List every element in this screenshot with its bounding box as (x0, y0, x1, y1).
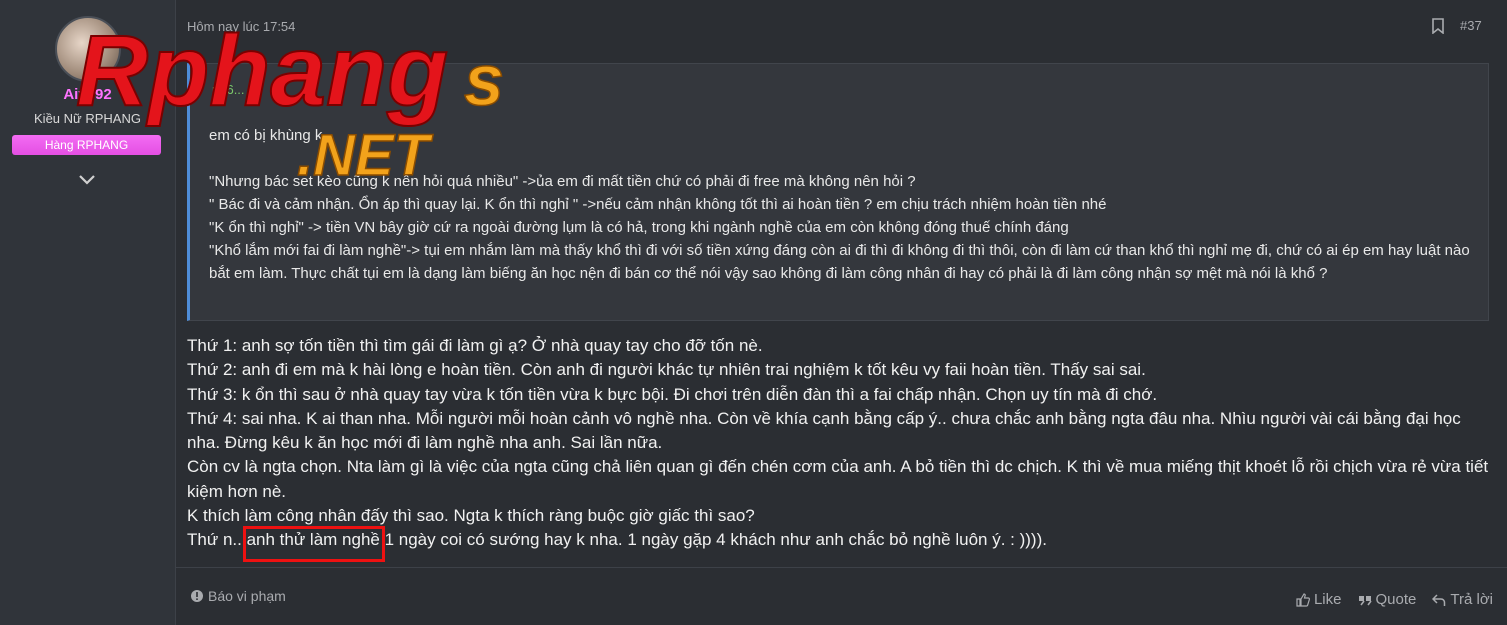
quote-author[interactable]: ng6... (212, 82, 245, 97)
username[interactable]: Aivy92 (0, 86, 175, 103)
post-date[interactable]: Hôm nay lúc 17:54 (187, 19, 295, 34)
user-sidebar: Aivy92 Kiều Nữ RPHANG Hàng RPHANG (0, 0, 176, 625)
reply-button[interactable]: Trả lời (1432, 591, 1493, 608)
like-button[interactable]: Like (1296, 591, 1342, 608)
reply-icon (1432, 593, 1446, 606)
reply-label: Trả lời (1450, 591, 1493, 608)
quote-line: "Nhưng bác set kèo cũng k nên hỏi quá nh… (209, 173, 916, 190)
quote-text: em có bị khùng k... "Nhưng bác set kèo c… (209, 124, 1479, 285)
rank-badge: Hàng RPHANG (12, 135, 161, 155)
post-actions: Like Quote Trả lời (1296, 591, 1493, 608)
quote-line: em có bị khùng k... (209, 127, 335, 144)
quote-line: "Khổ lắm mới fai đi làm nghề"-> tụi em n… (209, 242, 1470, 282)
body-line: K thích làm công nhân đấy thì sao. Ngta … (187, 506, 755, 526)
report-label: Báo vi phạm (208, 588, 286, 604)
user-title: Kiều Nữ RPHANG (34, 111, 141, 126)
post: Hôm nay lúc 17:54 #37 ng6... em có bị kh… (176, 0, 1507, 625)
quote-line: " Bác đi và cảm nhận. Ổn áp thì quay lại… (209, 196, 1107, 213)
quote-icon (1358, 595, 1372, 605)
thumbs-up-icon (1296, 592, 1310, 607)
body-line: Thứ 3: k ổn thì sau ở nhà quay tay vừa k… (187, 384, 1158, 404)
body-line: Thứ 4: sai nha. K ai than nha. Mỗi người… (187, 408, 1461, 453)
body-line: Thứ 1: anh sợ tốn tiền thì tìm gái đi là… (187, 336, 763, 355)
bookmark-icon[interactable] (1431, 18, 1445, 34)
post-body: Thứ 1: anh sợ tốn tiền thì tìm gái đi là… (187, 334, 1497, 553)
quote-line: "K ổn thì nghỉ" -> tiền VN bây giờ cứ ra… (209, 219, 1069, 236)
alert-icon (191, 590, 203, 602)
highlight-annotation (243, 526, 385, 562)
report-link[interactable]: Báo vi phạm (190, 588, 286, 604)
post-number[interactable]: #37 (1460, 18, 1482, 33)
quote-button[interactable]: Quote (1358, 591, 1417, 608)
avatar[interactable] (55, 16, 121, 82)
quote-label: Quote (1375, 591, 1417, 608)
body-line: Thứ 2: anh đi em mà k hài lòng e hoàn ti… (187, 360, 1146, 380)
divider (176, 567, 1507, 568)
body-line: Còn cv là ngta chọn. Nta làm gì là việc … (187, 457, 1489, 501)
chevron-down-icon[interactable] (77, 172, 97, 188)
like-label: Like (1313, 591, 1342, 608)
